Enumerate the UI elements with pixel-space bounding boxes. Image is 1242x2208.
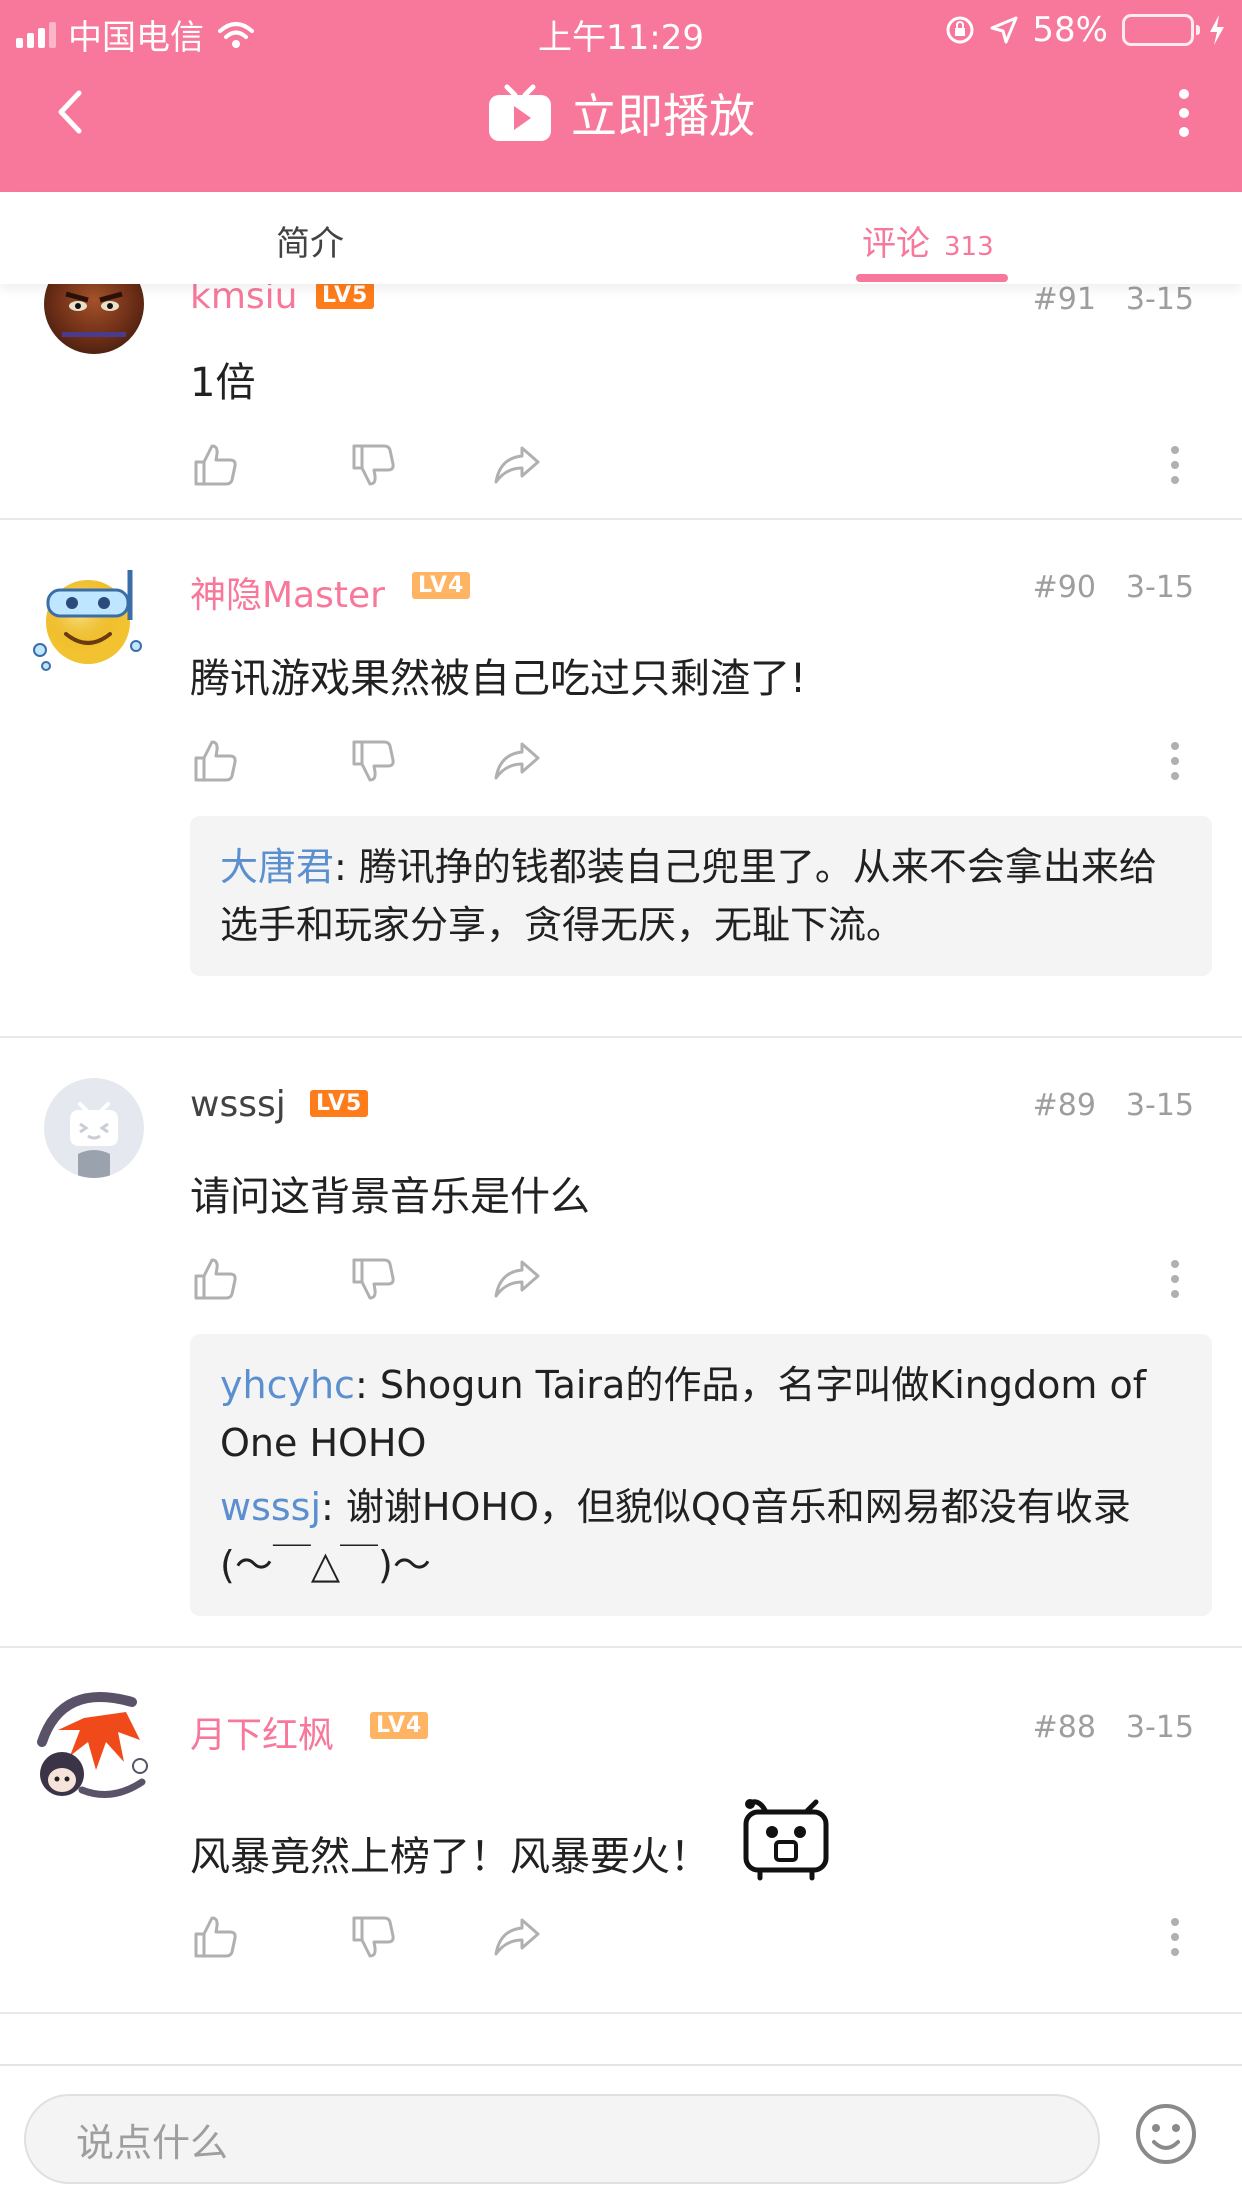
tab-comments-label: 评论 [862,224,930,264]
location-icon [990,16,1018,44]
thumbs-down-icon[interactable] [348,1254,398,1304]
reply-text: : 谢谢HOHO，但貌似QQ音乐和网易都没有收录(～￣△￣)～ [220,1485,1131,1587]
comment-meta: #89 3-15 [1033,1088,1194,1123]
reply-box[interactable]: yhcyhc: Shogun Taira的作品，名字叫做Kingdom of O… [190,1334,1212,1616]
reply-item: wsssj: 谢谢HOHO，但貌似QQ音乐和网易都没有收录(～￣△￣)～ [220,1478,1182,1594]
more-vertical-icon [1179,89,1189,99]
tv-play-icon [489,84,551,141]
level-badge: LV5 [316,284,375,309]
comment-item: wsssj LV5 #89 3-15 请问这背景音乐是什么 yhcyhc: Sh… [0,1038,1242,1648]
thumbs-down-icon[interactable] [348,736,398,786]
battery-icon [1122,14,1200,46]
share-icon[interactable] [492,440,542,490]
level-badge: LV4 [370,1712,429,1739]
comment-username[interactable]: wsssj [190,1084,286,1125]
thumbs-down-icon[interactable] [348,440,398,490]
comment-menu-button[interactable] [1150,440,1200,490]
comment-date: 3-15 [1125,1710,1194,1745]
tab-intro[interactable]: 简介 [276,216,344,265]
navigation-bar: 立即播放 [0,62,1242,172]
comment-username[interactable]: 神隐Master [190,566,385,618]
tab-comments[interactable]: 评论 313 [862,216,994,265]
reply-box[interactable]: 大唐君: 腾讯挣的钱都装自己兜里了。从来不会拿出来给选手和玩家分享，贪得无厌，无… [190,816,1212,976]
comment-meta: #90 3-15 [1033,570,1194,605]
thumbs-up-icon[interactable] [190,736,240,786]
charging-icon [1210,15,1224,45]
comment-text: 风暴竟然上榜了！风暴要火！ [190,1798,834,1882]
reply-item: 大唐君: 腾讯挣的钱都装自己兜里了。从来不会拿出来给选手和玩家分享，贪得无厌，无… [220,838,1182,954]
tab-bar: 简介 评论 313 [0,192,1242,284]
level-badge: LV4 [412,572,471,599]
top-bar: 中国电信 上午11:29 58% 立即播放 [0,0,1242,192]
thumbs-down-icon[interactable] [348,1912,398,1962]
active-tab-indicator [856,274,1008,282]
reply-text: : Shogun Taira的作品，名字叫做Kingdom of One HOH… [220,1363,1147,1465]
comment-menu-button[interactable] [1150,1912,1200,1962]
comment-item: 月下红枫 LV4 #88 3-15 风暴竟然上榜了！风暴要火！ [0,1648,1242,2014]
comment-text: 腾讯游戏果然被自己吃过只剩渣了! [190,656,807,702]
comment-username[interactable]: 月下红枫 [190,1706,334,1758]
reply-username[interactable]: wsssj [220,1485,321,1529]
avatar[interactable] [44,1078,144,1178]
battery-percent: 58% [1032,10,1108,50]
share-icon[interactable] [492,1254,542,1304]
comment-floor: #88 [1032,1710,1096,1745]
comment-menu-button[interactable] [1150,736,1200,786]
comment-item: 神隐Master LV4 #90 3-15 腾讯游戏果然被自己吃过只剩渣了! 大… [0,520,1242,1038]
tv-face-sticker-icon [743,1799,829,1881]
status-bar: 中国电信 上午11:29 58% [0,0,1242,60]
avatar[interactable] [22,1682,162,1812]
share-icon[interactable] [492,1912,542,1962]
comment-list[interactable]: kmsiu LV5 #91 3-15 1倍 神隐Master LV4 #90 3… [0,284,1242,2064]
level-badge: LV5 [310,1090,369,1117]
comment-date: 3-15 [1125,1088,1194,1123]
comment-meta: #88 3-15 [1033,1710,1194,1745]
comments-count: 313 [944,232,994,262]
comment-floor: #91 [1032,284,1096,317]
comment-floor: #89 [1032,1088,1096,1123]
more-button[interactable] [1156,78,1212,148]
comment-input[interactable]: 说点什么 [24,2094,1100,2184]
emoji-icon[interactable] [1134,2102,1198,2166]
thumbs-up-icon[interactable] [190,1912,240,1962]
comment-text: 请问这背景音乐是什么 [190,1174,590,1220]
reply-username[interactable]: 大唐君 [220,845,334,889]
comment-menu-button[interactable] [1150,1254,1200,1304]
nav-title: 立即播放 [571,89,755,143]
thumbs-up-icon[interactable] [190,440,240,490]
reply-text: : 腾讯挣的钱都装自己兜里了。从来不会拿出来给选手和玩家分享，贪得无厌，无耻下流… [220,845,1157,947]
reply-username[interactable]: yhcyhc [220,1363,355,1407]
comment-date: 3-15 [1125,570,1194,605]
comment-text: 1倍 [190,360,256,406]
avatar[interactable] [44,284,144,354]
share-icon[interactable] [492,736,542,786]
comment-floor: #90 [1032,570,1096,605]
comment-text-content: 风暴竟然上榜了！风暴要火！ [190,1834,710,1880]
comment-meta: #91 3-15 [1033,284,1194,317]
comment-date: 3-15 [1125,284,1194,317]
comment-username[interactable]: kmsiu [190,284,298,317]
comment-input-bar: 说点什么 [0,2064,1242,2208]
reply-item: yhcyhc: Shogun Taira的作品，名字叫做Kingdom of O… [220,1356,1182,1472]
thumbs-up-icon[interactable] [190,1254,240,1304]
avatar[interactable] [26,550,156,680]
play-now-button[interactable]: 立即播放 [0,80,1242,146]
rotation-lock-icon [946,16,974,44]
comment-item: kmsiu LV5 #91 3-15 1倍 [0,284,1242,520]
